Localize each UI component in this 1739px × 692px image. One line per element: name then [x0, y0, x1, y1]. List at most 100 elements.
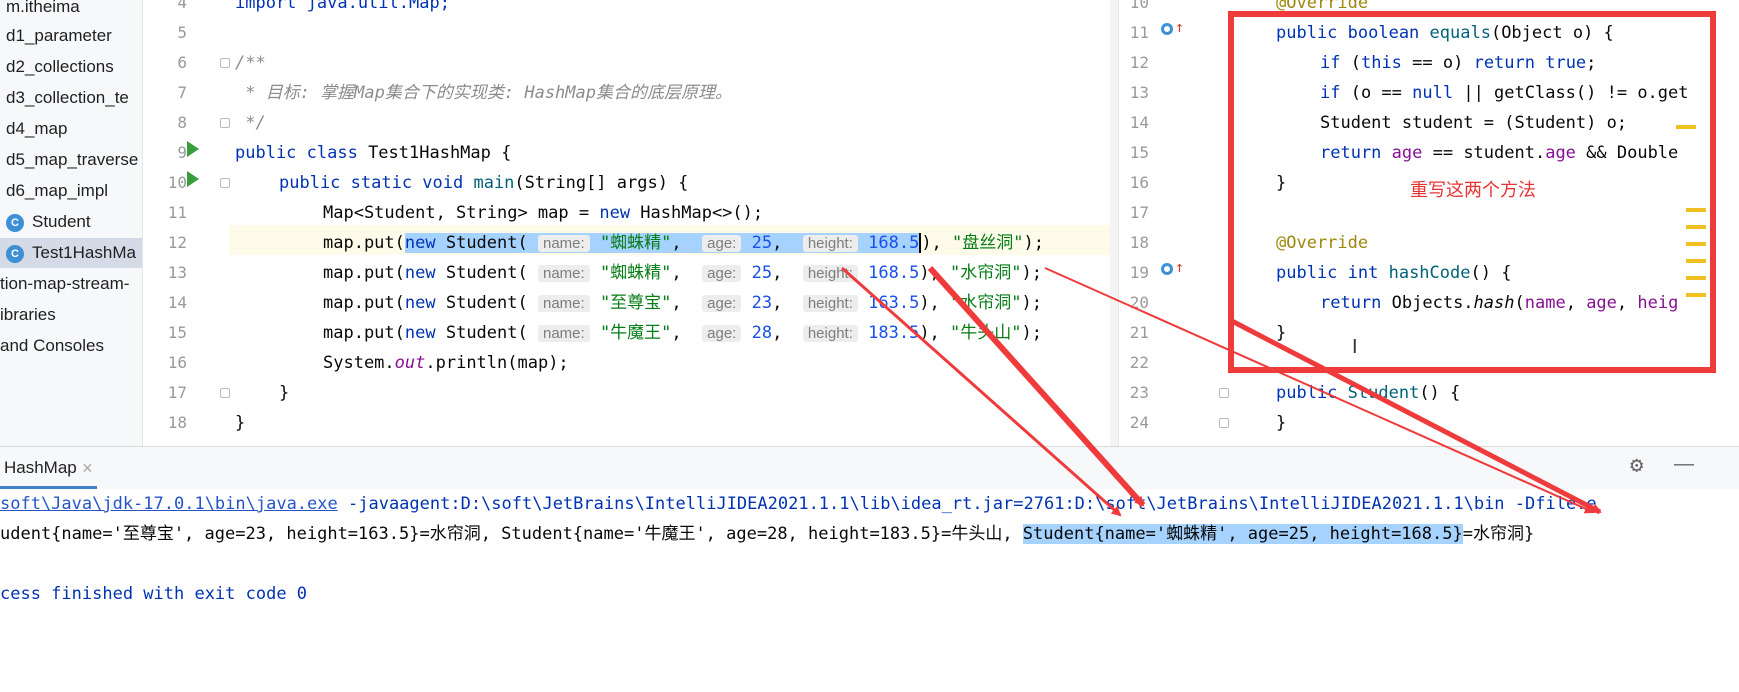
- tree-item-label: and Consoles: [0, 336, 104, 355]
- code-text: );: [1021, 293, 1042, 313]
- static-field: out: [394, 353, 426, 373]
- editor-split-divider[interactable]: [1110, 0, 1118, 446]
- main-editor[interactable]: 4 5 6 7 8 9 10 11 12 13 14 15 16 17 18 i…: [143, 0, 1110, 446]
- fold-marker-icon[interactable]: [220, 388, 230, 398]
- run-class-icon[interactable]: [187, 141, 199, 157]
- line-number: 9: [177, 143, 187, 162]
- code-keyword: new: [404, 293, 446, 313]
- line-number: 10: [1129, 0, 1149, 12]
- tree-item-package-root[interactable]: m.itheima: [6, 0, 80, 22]
- constructor-close-brace: }: [1276, 413, 1287, 433]
- tree-item-label: Test1HashMa: [32, 243, 136, 262]
- code-text: map.put(: [323, 293, 405, 313]
- tree-item-d5-map-traverse[interactable]: d5_map_traverse: [6, 145, 138, 175]
- code-text: HashMap<>();: [640, 203, 764, 223]
- console-command-line: soft\Java\jdk-17.0.1\bin\java.exe -javaa…: [0, 489, 1597, 519]
- tree-item-label: d1_parameter: [6, 26, 112, 45]
- fold-marker-icon[interactable]: [1219, 388, 1229, 398]
- console-output-line: udent{name='至尊宝', age=23, height=163.5}=…: [0, 519, 1534, 549]
- tree-item-student[interactable]: C Student: [6, 207, 91, 237]
- class-close-brace: }: [235, 413, 246, 433]
- code-text: Student(: [445, 233, 528, 253]
- tree-item-label: Student: [32, 212, 91, 231]
- code-text: ,: [772, 323, 783, 343]
- println-line: System.out.println(map);: [323, 348, 569, 378]
- override-method-icon[interactable]: [1161, 23, 1173, 35]
- param-hint: age:: [702, 235, 742, 252]
- java-exe-link[interactable]: soft\Java\jdk-17.0.1\bin\java.exe: [0, 494, 338, 514]
- line-number: 15: [167, 323, 187, 342]
- line-number: 17: [167, 383, 187, 402]
- run-console[interactable]: HashMap ✕ ⚙ — soft\Java\jdk-17.0.1\bin\j…: [0, 446, 1739, 692]
- override-arrow-icon: ↑: [1175, 258, 1185, 276]
- code-text: Student(: [445, 293, 528, 313]
- code-text: );: [1021, 323, 1042, 343]
- number-literal: 25: [751, 263, 773, 283]
- line-number: 6: [177, 53, 187, 72]
- line-number: 24: [1129, 413, 1149, 432]
- close-icon[interactable]: ✕: [82, 460, 94, 476]
- line-number: 15: [1129, 143, 1149, 162]
- param-hint: height:: [802, 235, 858, 252]
- code-text: );: [1023, 233, 1044, 253]
- tree-item-label: m.itheima: [6, 0, 80, 16]
- tree-item-d3-collection[interactable]: d3_collection_te: [6, 83, 129, 113]
- code-text: ,: [671, 263, 682, 283]
- fold-marker-icon[interactable]: [220, 58, 230, 68]
- tree-item-collection-map-stream[interactable]: tion-map-stream-: [0, 269, 129, 299]
- tree-item-d2-collections[interactable]: d2_collections: [6, 52, 114, 82]
- code-text: .println(map);: [425, 353, 569, 373]
- param-hint: height:: [802, 325, 858, 342]
- tree-item-d1-parameter[interactable]: d1_parameter: [6, 21, 112, 51]
- tree-item-d4-map[interactable]: d4_map: [6, 114, 67, 144]
- console-tab-bar: HashMap ✕ ⚙ —: [0, 447, 1739, 489]
- code-keyword: public class: [235, 143, 369, 163]
- gear-icon[interactable]: ⚙: [1630, 453, 1643, 478]
- put-line-4: map.put(new Student( name: "牛魔王", age: 2…: [323, 318, 1042, 348]
- param-hint: name:: [537, 235, 590, 252]
- tree-item-test1hashmap[interactable]: C Test1HashMa: [0, 238, 142, 268]
- code-keyword: new: [404, 263, 446, 283]
- param-hint: name:: [537, 265, 590, 282]
- minimize-icon[interactable]: —: [1674, 453, 1694, 476]
- tree-item-label: d3_collection_te: [6, 88, 129, 107]
- code-keyword: public: [1276, 383, 1348, 403]
- import-statement: import java.util.Map;: [235, 0, 450, 13]
- line-number: 14: [167, 293, 187, 312]
- fold-marker-icon[interactable]: [1219, 418, 1229, 428]
- class-icon: C: [6, 213, 24, 232]
- code-keyword: new: [404, 323, 446, 343]
- code-text: ),: [919, 323, 951, 343]
- param-hint: name:: [537, 295, 590, 312]
- class-name: Test1HashMap {: [368, 143, 512, 163]
- run-main-icon[interactable]: [187, 171, 199, 187]
- code-keyword: public static void: [279, 173, 474, 193]
- selected-expression: new Student( name: "蜘蛛精", age: 25, heigh…: [404, 233, 920, 253]
- override-method-icon[interactable]: [1161, 263, 1173, 275]
- editor-gutter: 4 5 6 7 8 9 10 11 12 13 14 15 16 17 18: [143, 0, 230, 446]
- console-tab-hashmap[interactable]: HashMap ✕: [0, 447, 98, 489]
- javadoc-open: /**: [235, 53, 266, 73]
- tree-item-label: d5_map_traverse: [6, 150, 139, 169]
- tree-item-d6-map-impl[interactable]: d6_map_impl: [6, 176, 108, 206]
- string-literal: "水帘洞": [950, 293, 1022, 313]
- map-declaration: Map<Student, String> map = new HashMap<>…: [323, 198, 763, 228]
- line-number: 11: [1129, 23, 1149, 42]
- project-tree: m.itheima d1_parameter d2_collections d3…: [0, 0, 143, 446]
- number-literal: 23: [751, 293, 773, 313]
- line-number: 11: [167, 203, 187, 222]
- line-number: 17: [1129, 203, 1149, 222]
- class-icon: C: [6, 244, 24, 263]
- fold-marker-icon[interactable]: [220, 118, 230, 128]
- tree-item-scratches-consoles[interactable]: and Consoles: [0, 331, 104, 361]
- selected-output: Student{name='蜘蛛精', age=25, height=168.5…: [1022, 524, 1463, 544]
- param-hint: name:: [537, 325, 590, 342]
- param-hint: age:: [702, 295, 742, 312]
- fold-marker-icon[interactable]: [220, 178, 230, 188]
- tree-item-external-libraries[interactable]: ibraries: [0, 300, 56, 330]
- line-number: 14: [1129, 113, 1149, 132]
- tree-item-label: tion-map-stream-: [0, 274, 130, 293]
- number-literal: 168.5: [868, 263, 920, 283]
- code-text: ,: [772, 293, 783, 313]
- main-method-declaration: public static void main(String[] args) {: [279, 168, 688, 198]
